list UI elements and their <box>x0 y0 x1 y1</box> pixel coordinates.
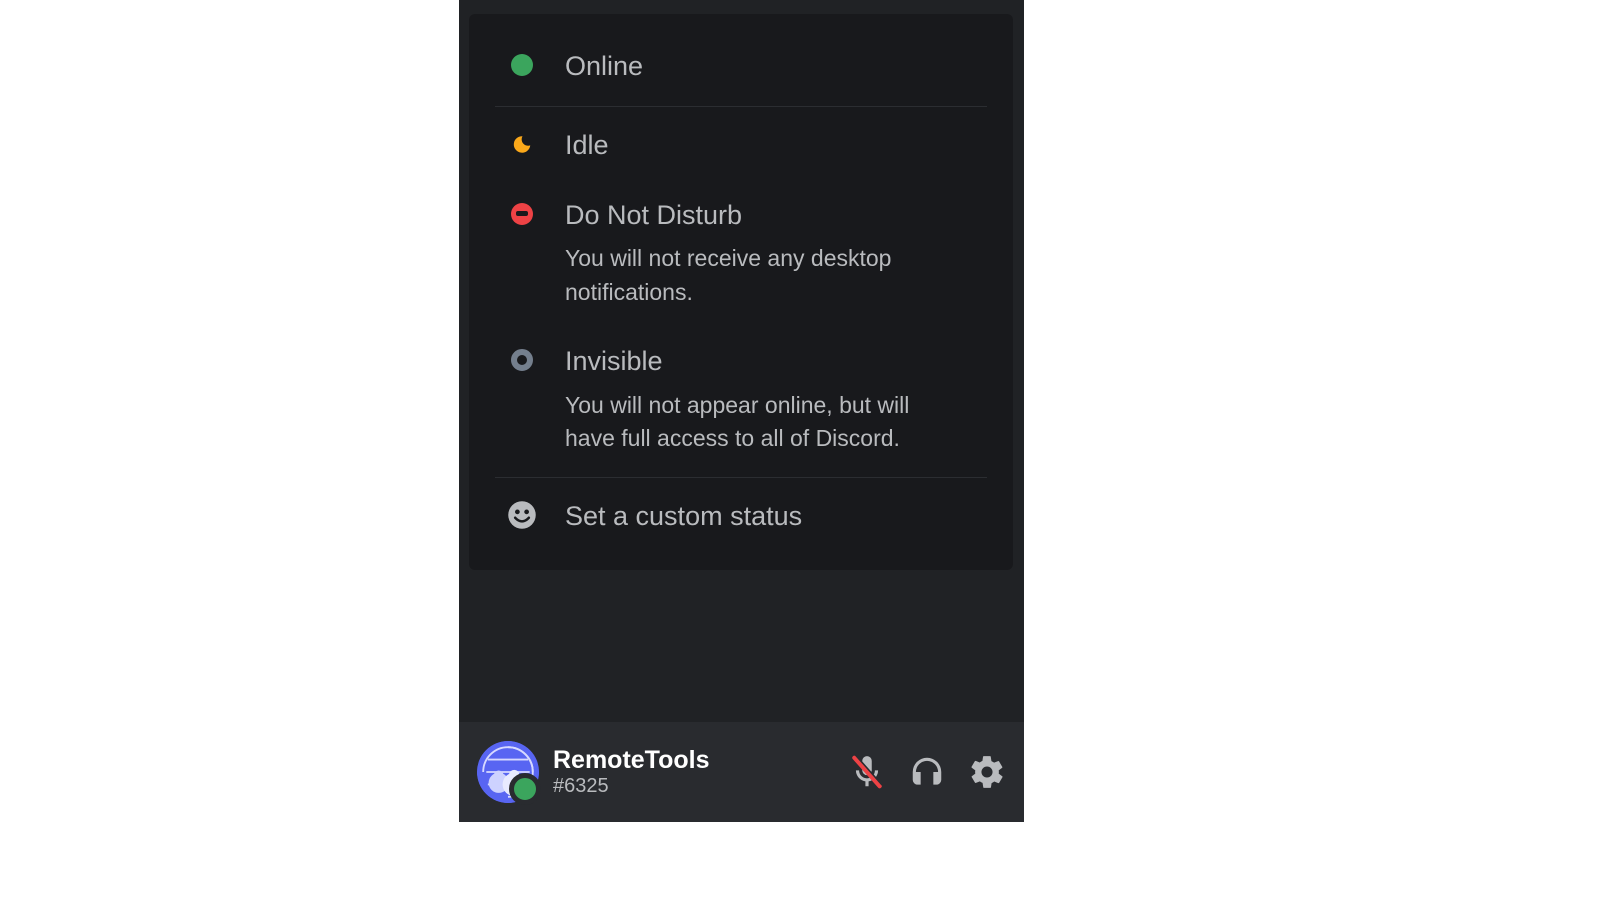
status-option-dnd[interactable]: Do Not Disturb You will not receive any … <box>469 181 1013 327</box>
mute-mic-button[interactable] <box>848 753 886 791</box>
smiley-icon <box>507 500 537 530</box>
discriminator: #6325 <box>553 775 710 798</box>
status-menu: Online Idle Do Not Disturb You will not … <box>469 14 1013 570</box>
status-label: Online <box>565 50 985 84</box>
settings-button[interactable] <box>968 753 1006 791</box>
dnd-status-icon <box>511 203 533 225</box>
user-info[interactable]: RemoteTools #6325 <box>553 746 710 798</box>
online-status-icon <box>511 54 533 76</box>
status-option-idle[interactable]: Idle <box>469 111 1013 181</box>
deafen-button[interactable] <box>908 753 946 791</box>
status-label: Idle <box>565 129 985 163</box>
user-footer: RemoteTools #6325 <box>459 722 1024 822</box>
status-description: You will not receive any desktop notific… <box>565 242 985 309</box>
status-option-online[interactable]: Online <box>469 32 1013 102</box>
status-label: Do Not Disturb <box>565 199 985 233</box>
status-panel: Online Idle Do Not Disturb You will not … <box>459 0 1024 822</box>
presence-indicator-icon <box>509 773 541 805</box>
invisible-status-icon <box>511 349 533 371</box>
set-custom-status[interactable]: Set a custom status <box>469 482 1013 552</box>
status-label: Invisible <box>565 345 985 379</box>
username: RemoteTools <box>553 746 710 775</box>
custom-status-label: Set a custom status <box>565 500 985 534</box>
status-option-invisible[interactable]: Invisible You will not appear online, bu… <box>469 327 1013 473</box>
idle-moon-icon <box>511 133 533 155</box>
status-description: You will not appear online, but will hav… <box>565 389 985 456</box>
menu-divider <box>495 106 987 107</box>
avatar[interactable] <box>477 741 539 803</box>
menu-divider <box>495 477 987 478</box>
